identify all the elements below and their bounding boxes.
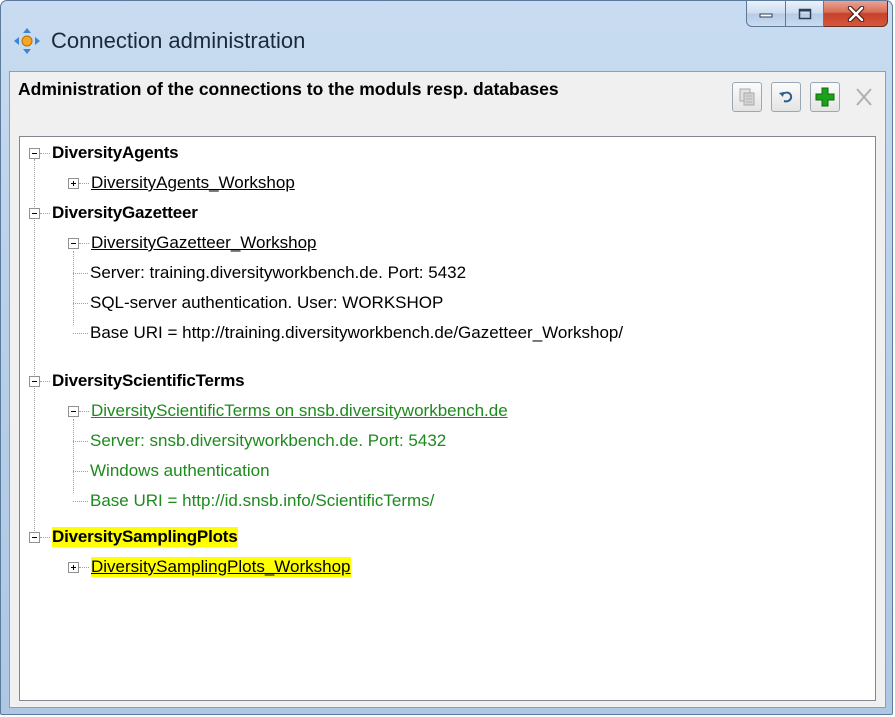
window-title: Connection administration: [51, 28, 306, 53]
tree-node-diversityagents[interactable]: DiversityAgents: [29, 138, 179, 168]
tree-detail-item[interactable]: Base URI = http://training.diversitywork…: [73, 318, 623, 348]
close-button[interactable]: [824, 1, 888, 27]
minimize-icon: [759, 13, 773, 17]
detail-label: Windows authentication: [90, 461, 270, 480]
title-bar[interactable]: Connection administration: [1, 1, 892, 73]
toolbar: [732, 82, 879, 112]
add-connection-button[interactable]: [810, 82, 840, 112]
tree-node-diversitysamplingplots[interactable]: DiversitySamplingPlots: [29, 522, 238, 552]
connection-icon: [14, 28, 40, 54]
dialog-client-area: Administration of the connections to the…: [9, 71, 886, 708]
collapse-icon[interactable]: [68, 237, 79, 249]
undo-button[interactable]: [771, 82, 801, 112]
module-label: DiversityGazetteer: [52, 203, 198, 222]
remove-connection-button[interactable]: [849, 82, 879, 112]
connection-label: DiversityAgents_Workshop: [91, 173, 295, 192]
tree-detail-item[interactable]: SQL-server authentication. User: WORKSHO…: [73, 288, 443, 318]
collapse-icon[interactable]: [29, 207, 40, 219]
detail-label: Server: snsb.diversityworkbench.de. Port…: [90, 431, 447, 450]
module-label: DiversityScientificTerms: [52, 371, 245, 390]
caption-buttons: [746, 1, 888, 29]
tree-node-connection[interactable]: DiversitySamplingPlots_Workshop: [68, 552, 351, 582]
tree-node-connection[interactable]: DiversityAgents_Workshop: [68, 168, 295, 198]
tree-node-diversityscientificterms[interactable]: DiversityScientificTerms: [29, 366, 245, 396]
tree-node-diversitygazetteer[interactable]: DiversityGazetteer: [29, 198, 198, 228]
connection-label: DiversityScientificTerms on snsb.diversi…: [91, 401, 508, 420]
copy-icon: [739, 88, 755, 106]
tree-node-connection[interactable]: DiversityGazetteer_Workshop: [68, 228, 317, 258]
tree-node-connection[interactable]: DiversityScientificTerms on snsb.diversi…: [68, 396, 508, 426]
page-title: Administration of the connections to the…: [18, 79, 559, 99]
detail-label: Base URI = http://training.diversitywork…: [90, 323, 624, 342]
copy-button[interactable]: [732, 82, 762, 112]
tree-detail-item[interactable]: Server: snsb.diversityworkbench.de. Port…: [73, 426, 446, 456]
close-icon: [847, 5, 864, 22]
minimize-button[interactable]: [746, 1, 786, 27]
add-icon: [815, 87, 835, 107]
expand-icon[interactable]: [68, 177, 79, 189]
maximize-button[interactable]: [786, 1, 824, 27]
tree-detail-item[interactable]: Windows authentication: [73, 456, 270, 486]
collapse-icon[interactable]: [29, 531, 40, 543]
detail-label: Server: training.diversityworkbench.de. …: [90, 263, 467, 282]
detail-label: SQL-server authentication. User: WORKSHO…: [90, 293, 444, 312]
remove-icon: [856, 88, 872, 106]
collapse-icon[interactable]: [68, 405, 79, 417]
module-label: DiversityAgents: [52, 143, 179, 162]
connection-label: DiversitySamplingPlots_Workshop: [91, 557, 351, 577]
undo-icon: [779, 91, 793, 103]
maximize-icon: [798, 8, 811, 19]
connections-tree[interactable]: DiversityAgents DiversityAgents_Workshop…: [19, 136, 876, 701]
tree-detail-item[interactable]: Server: training.diversityworkbench.de. …: [73, 258, 466, 288]
connection-label: DiversityGazetteer_Workshop: [91, 233, 317, 252]
collapse-icon[interactable]: [29, 375, 40, 387]
collapse-icon[interactable]: [29, 147, 40, 159]
tree-detail-item[interactable]: Base URI = http://id.snsb.info/Scientifi…: [73, 486, 434, 516]
connection-administration-window: Connection administration Administration…: [0, 0, 893, 715]
module-label: DiversitySamplingPlots: [52, 527, 238, 547]
expand-icon[interactable]: [68, 561, 79, 573]
detail-label: Base URI = http://id.snsb.info/Scientifi…: [90, 491, 435, 510]
